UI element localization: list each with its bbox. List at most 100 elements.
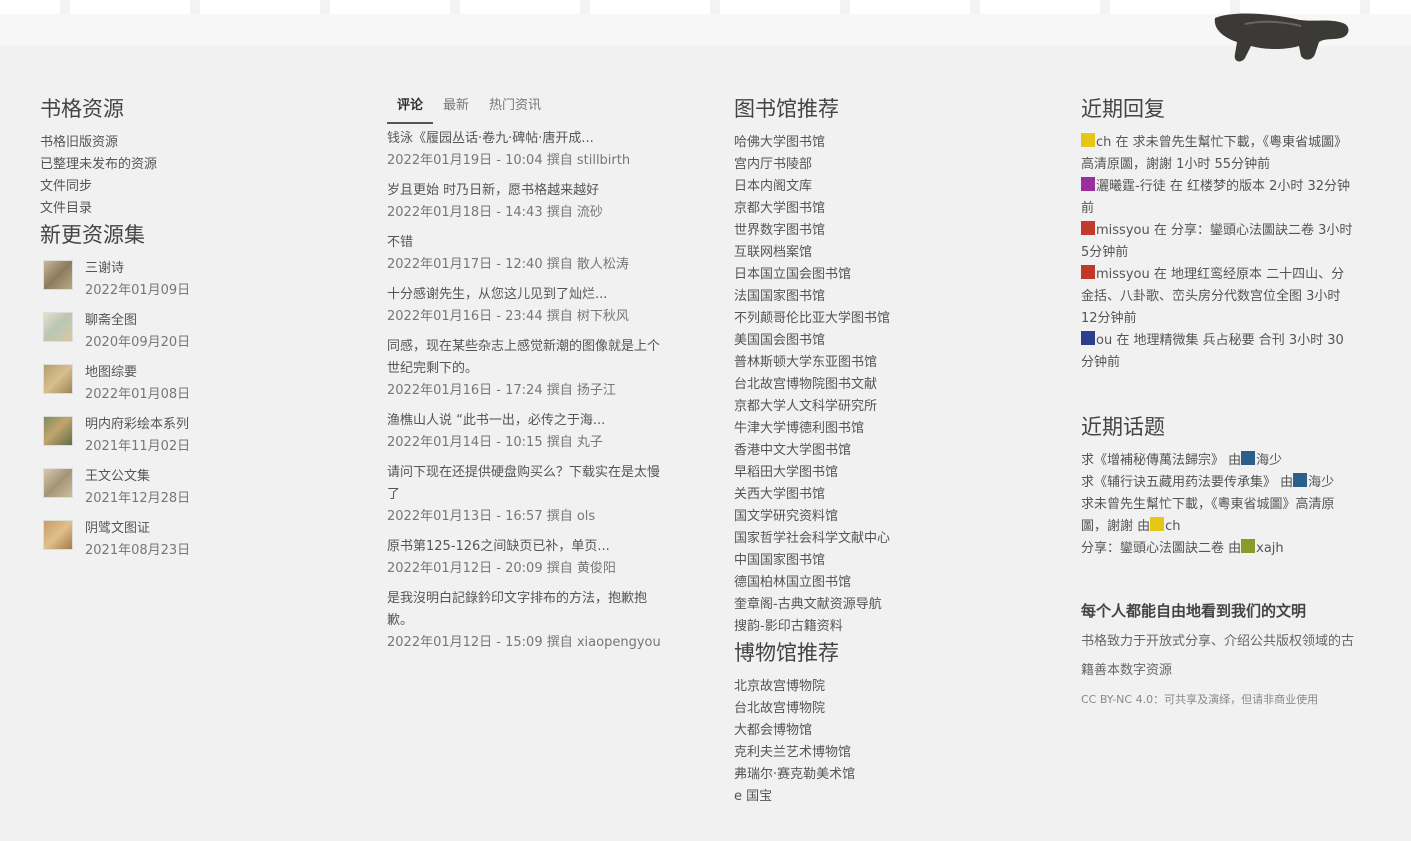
resource-thumbnail[interactable] <box>43 312 73 342</box>
shuge-link[interactable]: 已整理未发布的资源 <box>40 154 340 176</box>
resource-thumbnail[interactable] <box>43 260 73 290</box>
resource-set-date: 2021年11月02日 <box>85 439 191 454</box>
column-comments: 评论 最新 热门资讯 钱泳《履园丛话·卷九·碑帖·唐开成... 2022年01月19日… <box>387 90 667 662</box>
library-link[interactable]: 国家哲学社会科学文献中心 <box>734 528 1034 550</box>
reply-user[interactable]: ou <box>1096 333 1112 348</box>
motto-body: 书格致力于开放式分享、介绍公共版权领域的古籍善本数字资源 <box>1081 634 1355 678</box>
topic-user[interactable]: 海少 <box>1308 475 1334 490</box>
resource-set-item[interactable]: 王文公文集 2021年12月28日 <box>40 466 340 518</box>
topic-title[interactable]: 求《增補秘傳萬法歸宗》 由 <box>1081 453 1241 468</box>
library-link[interactable]: 世界数字图书馆 <box>734 220 1034 242</box>
topic-user[interactable]: xajh <box>1256 541 1284 556</box>
reply-user[interactable]: 灑曦霆-行徒 <box>1096 179 1166 194</box>
tab-0[interactable]: 评论 <box>387 90 434 124</box>
avatar-icon[interactable] <box>1081 221 1095 235</box>
library-link[interactable]: 奎章阁-古典文献资源导航 <box>734 594 1034 616</box>
museum-link[interactable]: 北京故宫博物院 <box>734 676 1034 698</box>
library-link[interactable]: 美国国会图书馆 <box>734 330 1034 352</box>
museum-link[interactable]: 弗瑞尔·赛克勒美术馆 <box>734 764 1034 786</box>
avatar-icon[interactable] <box>1081 133 1095 147</box>
comment-meta: 2022年01月18日 - 14:43 撰自 流砂 <box>387 205 603 220</box>
comment-excerpt[interactable]: 渔樵山人说 “此书一出，必传之于海... <box>387 410 667 432</box>
topic-title[interactable]: 分享：鑾頭心法圖訣二卷 由 <box>1081 541 1241 556</box>
resource-set-title[interactable]: 地图综要 <box>85 362 190 384</box>
comment-excerpt[interactable]: 同感，现在某些杂志上感觉新潮的图像就是上个世纪完剩下的。 <box>387 336 667 380</box>
library-link[interactable]: 日本内阁文库 <box>734 176 1034 198</box>
library-link[interactable]: 香港中文大学图书馆 <box>734 440 1034 462</box>
comment-excerpt[interactable]: 钱泳《履园丛话·卷九·碑帖·唐开成... <box>387 128 667 150</box>
library-link[interactable]: 搜韵-影印古籍资料 <box>734 616 1034 638</box>
resource-set-title[interactable]: 阴骘文图证 <box>85 518 190 540</box>
comment-meta: 2022年01月16日 - 17:24 撰自 扬子江 <box>387 383 616 398</box>
library-link[interactable]: 普林斯顿大学东亚图书馆 <box>734 352 1034 374</box>
comment-excerpt[interactable]: 是我沒明白記錄鈐印文字排布的方法，抱歉抱歉。 <box>387 588 667 632</box>
library-link[interactable]: 早稻田大学图书馆 <box>734 462 1034 484</box>
library-link[interactable]: 京都大学图书馆 <box>734 198 1034 220</box>
library-link[interactable]: 互联网档案馆 <box>734 242 1034 264</box>
avatar-icon[interactable] <box>1081 265 1095 279</box>
shuge-link[interactable]: 文件同步 <box>40 176 340 198</box>
avatar-icon[interactable] <box>1150 517 1165 531</box>
library-link[interactable]: 关西大学图书馆 <box>734 484 1034 506</box>
library-link[interactable]: 德国柏林国立图书馆 <box>734 572 1034 594</box>
library-link[interactable]: 牛津大学博德利图书馆 <box>734 418 1034 440</box>
bull-bronze-icon[interactable] <box>1205 10 1355 70</box>
reply-item: 灑曦霆-行徒 在 红楼梦的版本 2小时 32分钟前 <box>1081 176 1356 220</box>
shuge-link[interactable]: 书格旧版资源 <box>40 132 340 154</box>
comment-item: 渔樵山人说 “此书一出，必传之于海... 2022年01月14日 - 10:15 … <box>387 410 667 454</box>
reply-list: ch 在 求未曾先生幫忙下載，《粵東省城圖》高清原圖，謝謝 1小时 55分钟前灑… <box>1081 132 1356 374</box>
comment-excerpt[interactable]: 十分感谢先生，从您这儿见到了灿烂... <box>387 284 667 306</box>
avatar-icon[interactable] <box>1241 539 1256 553</box>
topic-title[interactable]: 求《辅行诀五藏用药法要传承集》 由 <box>1081 475 1293 490</box>
comment-item: 同感，现在某些杂志上感觉新潮的图像就是上个世纪完剩下的。 2022年01月16日 … <box>387 336 667 402</box>
topic-user[interactable]: ch <box>1165 519 1180 534</box>
reply-item: ou 在 地理精微集 兵占秘要 合刊 3小时 30分钟前 <box>1081 330 1356 374</box>
comment-meta: 2022年01月16日 - 23:44 撰自 树下秋风 <box>387 309 629 324</box>
reply-text[interactable]: 在 地理精微集 兵占秘要 合刊 3小时 30分钟前 <box>1081 333 1344 370</box>
resource-thumbnail[interactable] <box>43 416 73 446</box>
comment-excerpt[interactable]: 不错 <box>387 232 667 254</box>
resource-set-item[interactable]: 聊斋全图 2020年09月20日 <box>40 310 340 362</box>
topic-title[interactable]: 求未曾先生幫忙下載，《粵東省城圖》高清原圖，謝謝 由 <box>1081 497 1335 534</box>
comment-excerpt[interactable]: 岁且更始 时乃日新，愿书格越来越好 <box>387 180 667 202</box>
museum-link[interactable]: e 国宝 <box>734 786 1034 808</box>
library-link[interactable]: 不列颠哥伦比亚大学图书馆 <box>734 308 1034 330</box>
resource-thumbnail[interactable] <box>43 364 73 394</box>
museum-link[interactable]: 克利夫兰艺术博物馆 <box>734 742 1034 764</box>
resource-set-item[interactable]: 明内府彩绘本系列 2021年11月02日 <box>40 414 340 466</box>
resource-thumbnail[interactable] <box>43 468 73 498</box>
comment-excerpt[interactable]: 原书第125-126之间缺页已补，单页... <box>387 536 667 558</box>
library-link[interactable]: 宫内厅书陵部 <box>734 154 1034 176</box>
museum-link[interactable]: 大都会博物馆 <box>734 720 1034 742</box>
reply-text[interactable]: 在 求未曾先生幫忙下載，《粵東省城圖》高清原圖，謝謝 1小时 55分钟前 <box>1081 135 1347 172</box>
library-link[interactable]: 日本国立国会图书馆 <box>734 264 1034 286</box>
library-link[interactable]: 法国国家图书馆 <box>734 286 1034 308</box>
comment-excerpt[interactable]: 请问下现在还提供硬盘购买么？下载实在是太慢了 <box>387 462 667 506</box>
tab-1[interactable]: 最新 <box>433 90 479 122</box>
resource-set-title[interactable]: 聊斋全图 <box>85 310 190 332</box>
topic-user[interactable]: 海少 <box>1256 453 1282 468</box>
reply-user[interactable]: ch <box>1096 135 1111 150</box>
library-link[interactable]: 中国国家图书馆 <box>734 550 1034 572</box>
avatar-icon[interactable] <box>1081 331 1095 345</box>
tab-2[interactable]: 热门资讯 <box>479 90 551 122</box>
museum-link[interactable]: 台北故宫博物院 <box>734 698 1034 720</box>
resource-set-item[interactable]: 阴骘文图证 2021年08月23日 <box>40 518 340 570</box>
resource-set-title[interactable]: 三谢诗 <box>85 258 190 280</box>
avatar-icon[interactable] <box>1081 177 1095 191</box>
library-link[interactable]: 京都大学人文科学研究所 <box>734 396 1034 418</box>
resource-set-item[interactable]: 三谢诗 2022年01月09日 <box>40 258 340 310</box>
avatar-icon[interactable] <box>1241 451 1256 465</box>
library-link[interactable]: 国文学研究资料馆 <box>734 506 1034 528</box>
library-link[interactable]: 台北故宫博物院图书文献 <box>734 374 1034 396</box>
reply-user[interactable]: missyou <box>1096 267 1150 282</box>
shuge-link[interactable]: 文件目录 <box>40 198 340 220</box>
resource-set-item[interactable]: 地图综要 2022年01月08日 <box>40 362 340 414</box>
library-link[interactable]: 哈佛大学图书馆 <box>734 132 1034 154</box>
reply-user[interactable]: missyou <box>1096 223 1150 238</box>
resource-set-title[interactable]: 明内府彩绘本系列 <box>85 414 190 436</box>
resource-thumbnail[interactable] <box>43 520 73 550</box>
resource-set-title[interactable]: 王文公文集 <box>85 466 190 488</box>
avatar-icon[interactable] <box>1293 473 1308 487</box>
topics-title: 近期话题 <box>1081 415 1165 439</box>
